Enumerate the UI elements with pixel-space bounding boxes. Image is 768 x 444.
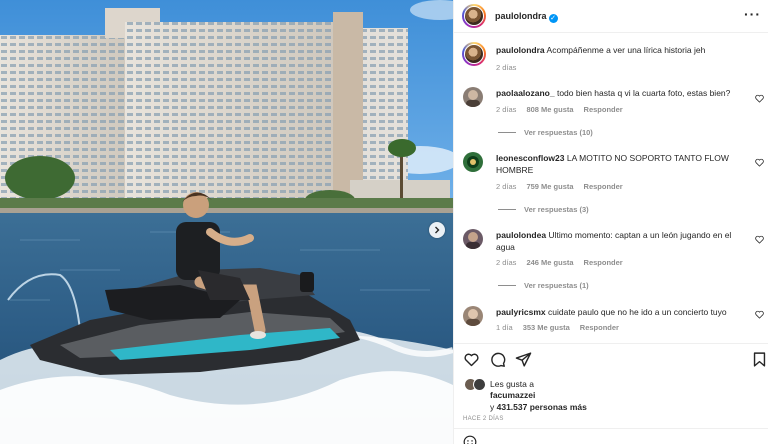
post-header: paulolondra ✓ ···	[454, 0, 768, 33]
likes-prefix: Les gusta a	[490, 379, 534, 389]
post-photo	[0, 0, 453, 444]
caption-username[interactable]: paulolondra	[496, 45, 545, 55]
comment-row: paolaalozano_ todo bien hasta q vi la cu…	[496, 88, 744, 100]
comment-username[interactable]: leonesconflow23	[496, 153, 565, 163]
heart-icon[interactable]	[463, 351, 480, 368]
instagram-post-view: paulolondra ✓ ··· paulolondra Acompáñenme…	[0, 0, 768, 444]
caption: paulolondra Acompáñenme a ver una lírica…	[496, 45, 744, 57]
likes-count-line[interactable]: y 431.537 personas más	[490, 402, 587, 412]
posted-ago: HACE 2 DÍAS	[463, 416, 504, 422]
comment-row: paulolondea Ultimo momento: captan a un …	[496, 230, 744, 253]
likes-count[interactable]: 431.537 personas más	[497, 402, 587, 412]
caption-avatar[interactable]	[462, 42, 486, 66]
comment-likes[interactable]: 246 Me gusta	[526, 258, 573, 267]
next-photo-button[interactable]	[429, 222, 445, 238]
liked-by-avatars	[464, 378, 488, 392]
caption-time: 2 días	[496, 63, 517, 72]
more-options-icon[interactable]: ···	[744, 6, 761, 22]
comment-meta: 2 días 808 Me gusta Responder	[496, 105, 623, 114]
comment-heart-icon[interactable]	[755, 158, 764, 167]
comment-username[interactable]: paulolondea	[496, 230, 546, 240]
bookmark-icon[interactable]	[751, 351, 768, 368]
reply-button[interactable]: Responder	[584, 105, 623, 114]
comment-username[interactable]: paolaalozano_	[496, 88, 555, 98]
comment-row: leonesconflow23 LA MOTITO NO SOPORTO TAN…	[496, 153, 744, 176]
comment-meta: 2 días 759 Me gusta Responder	[496, 182, 623, 191]
comment-meta: 1 día 353 Me gusta Responder	[496, 323, 619, 332]
verified-badge-icon: ✓	[548, 14, 558, 23]
comment-likes[interactable]: 808 Me gusta	[526, 105, 573, 114]
caption-text: Acompáñenme a ver una lírica historia je…	[546, 45, 706, 55]
comment-likes[interactable]: 353 Me gusta	[523, 323, 570, 332]
comment-row: paulyricsmx cuidate paulo que no he ido …	[496, 307, 744, 319]
add-comment-row	[454, 428, 768, 444]
comment-text: cuidate paulo que no he ido a un concier…	[548, 307, 727, 317]
author-username[interactable]: paulolondra	[495, 11, 547, 21]
comment-avatar[interactable]	[463, 87, 483, 107]
comment-avatar[interactable]	[463, 229, 483, 249]
reply-button[interactable]: Responder	[584, 258, 623, 267]
comment-avatar[interactable]	[463, 152, 483, 172]
reply-button[interactable]: Responder	[584, 182, 623, 191]
liked-by-user[interactable]: facumazzei	[490, 390, 535, 400]
author-avatar[interactable]	[462, 4, 486, 28]
jetski-photo	[0, 0, 453, 444]
comment-likes[interactable]: 759 Me gusta	[526, 182, 573, 191]
comment-heart-icon[interactable]	[755, 235, 764, 244]
chevron-right-icon	[435, 226, 440, 234]
comment-meta: 2 días 246 Me gusta Responder	[496, 258, 623, 267]
comment-avatar[interactable]	[463, 306, 483, 326]
comment-text: todo bien hasta q vi la cuarta foto, est…	[556, 88, 731, 98]
post-actions: Les gusta a facumazzei y 431.537 persona…	[454, 343, 768, 444]
view-replies-button[interactable]: Ver respuestas (3)	[498, 205, 589, 214]
comment-heart-icon[interactable]	[755, 310, 764, 319]
send-icon[interactable]	[515, 351, 532, 368]
comment-icon[interactable]	[489, 351, 506, 368]
comment-heart-icon[interactable]	[755, 94, 764, 103]
emoji-icon[interactable]	[463, 435, 477, 444]
comment-username[interactable]: paulyricsmx	[496, 307, 546, 317]
reply-button[interactable]: Responder	[580, 323, 619, 332]
post-side-panel: paulolondra ✓ ··· paulolondra Acompáñenme…	[453, 0, 768, 444]
view-replies-button[interactable]: Ver respuestas (1)	[498, 281, 589, 290]
view-replies-button[interactable]: Ver respuestas (10)	[498, 128, 593, 137]
